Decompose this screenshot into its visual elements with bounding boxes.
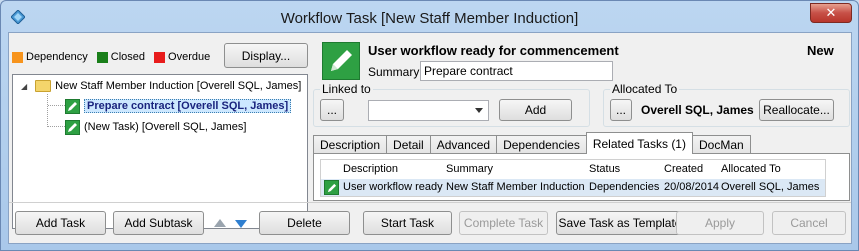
dialog-client-area: Dependency Closed Overdue Display... ◢ N… — [8, 32, 852, 244]
allocated-to-group: Allocated To ... Overell SQL, James Real… — [603, 82, 850, 127]
column-header-allocated-to[interactable]: Allocated To — [721, 163, 781, 175]
delete-button[interactable]: Delete — [259, 211, 350, 235]
legend-label-closed: Closed — [110, 51, 146, 63]
legend-label-dependency: Dependency — [26, 51, 88, 63]
linked-to-combo[interactable] — [368, 100, 489, 121]
related-tasks-table: Description Summary Status Created Alloc… — [320, 159, 826, 197]
workflow-task-window: Workflow Task [New Staff Member Inductio… — [0, 0, 859, 251]
tree-item-label: (New Task) [Overell SQL, James] — [84, 121, 247, 133]
table-row[interactable]: User workflow ready New Staff Member Ind… — [321, 179, 825, 196]
cell-allocated-to: Overell SQL, James — [721, 181, 820, 193]
window-title: Workflow Task [New Staff Member Inductio… — [280, 10, 579, 27]
cancel-button[interactable]: Cancel — [772, 211, 846, 235]
folder-icon — [35, 80, 52, 92]
chevron-down-icon — [475, 108, 483, 113]
related-tasks-panel: Description Summary Status Created Alloc… — [313, 153, 850, 201]
reallocate-button[interactable]: Reallocate... — [759, 99, 834, 121]
allocated-to-label: Allocated To — [610, 82, 680, 96]
cell-description: User workflow ready — [343, 181, 443, 193]
save-task-as-template-button[interactable]: Save Task as Template — [556, 211, 684, 235]
column-header-summary[interactable]: Summary — [446, 163, 493, 175]
tree-item-new-task[interactable]: (New Task) [Overell SQL, James] — [65, 118, 246, 136]
legend-swatch-dependency — [12, 51, 23, 63]
allocate-browse-button[interactable]: ... — [610, 99, 632, 121]
task-status-pencil-icon — [322, 42, 360, 80]
tab-docman[interactable]: DocMan — [691, 135, 751, 154]
summary-label: Summary: — [368, 65, 423, 79]
tree-expander-icon[interactable]: ◢ — [21, 82, 27, 91]
divider — [9, 202, 851, 203]
table-header: Description Summary Status Created Alloc… — [321, 161, 825, 178]
legend-swatch-closed — [96, 51, 108, 63]
legend-swatch-overdue — [154, 51, 166, 63]
start-task-button[interactable]: Start Task — [363, 211, 452, 235]
cell-created: 20/08/2014 — [664, 181, 720, 193]
display-button[interactable]: Display... — [224, 43, 308, 68]
pencil-check-icon — [324, 180, 339, 195]
tab-detail[interactable]: Detail — [386, 135, 431, 154]
tab-strip: Description Detail Advanced Dependencies… — [313, 132, 751, 154]
linked-to-browse-button[interactable]: ... — [320, 99, 344, 121]
add-link-button[interactable]: Add — [499, 99, 572, 121]
tree-root-row[interactable]: ◢ New Staff Member Induction [Overell SQ… — [21, 77, 301, 95]
move-down-icon[interactable] — [235, 220, 247, 228]
tree-item-label-selected: Prepare contract [Overell SQL, James] — [84, 99, 292, 113]
move-up-icon[interactable] — [214, 219, 226, 227]
cell-status: Dependencies — [589, 181, 660, 193]
linked-to-label: Linked to — [320, 82, 373, 96]
tab-dependencies[interactable]: Dependencies — [496, 135, 587, 154]
pencil-check-icon — [65, 98, 80, 114]
legend-label-overdue: Overdue — [168, 51, 211, 63]
title-bar: Workflow Task [New Staff Member Inductio… — [1, 1, 858, 33]
column-header-description[interactable]: Description — [343, 163, 398, 175]
task-tree[interactable]: ◢ New Staff Member Induction [Overell SQ… — [12, 74, 308, 229]
linked-to-group: Linked to ... Add — [313, 82, 590, 127]
tree-root-label: New Staff Member Induction [Overell SQL,… — [55, 80, 302, 92]
tree-item-prepare-contract[interactable]: Prepare contract [Overell SQL, James] — [65, 97, 292, 115]
apply-button[interactable]: Apply — [676, 211, 764, 235]
allocated-user-name: Overell SQL, James — [641, 103, 754, 117]
tab-advanced[interactable]: Advanced — [429, 135, 498, 154]
tab-related-tasks[interactable]: Related Tasks (1) — [585, 132, 693, 154]
close-button[interactable]: ✕ — [810, 3, 852, 23]
task-headline: User workflow ready for commencement — [368, 43, 619, 58]
pencil-check-icon — [65, 119, 80, 135]
add-subtask-button[interactable]: Add Subtask — [113, 211, 204, 235]
cell-summary: New Staff Member Induction — [446, 181, 585, 193]
column-header-status[interactable]: Status — [589, 163, 620, 175]
summary-input[interactable]: Prepare contract — [420, 61, 613, 81]
tab-description[interactable]: Description — [313, 135, 388, 154]
column-header-created[interactable]: Created — [664, 163, 703, 175]
legend: Dependency Closed Overdue — [12, 51, 219, 63]
task-status: New — [807, 43, 834, 58]
add-task-button[interactable]: Add Task — [15, 211, 106, 235]
complete-task-button[interactable]: Complete Task — [459, 211, 548, 235]
